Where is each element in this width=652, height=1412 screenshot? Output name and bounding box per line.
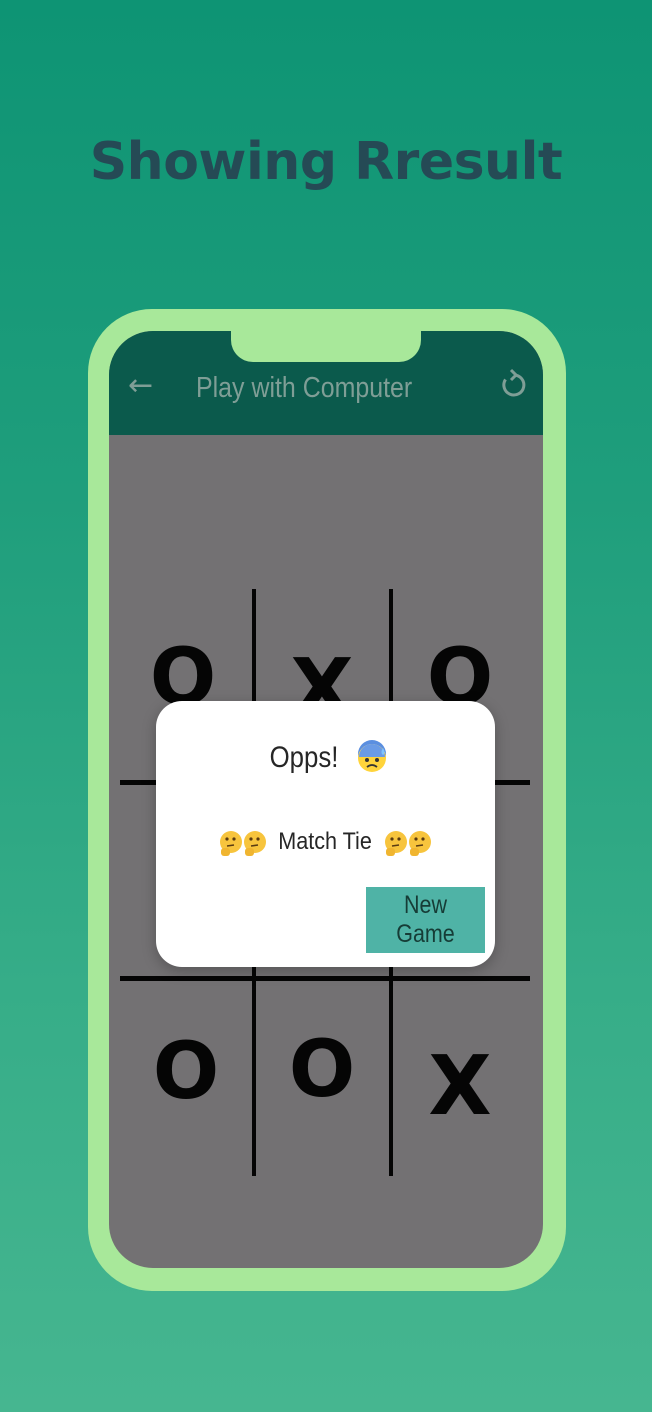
new-game-button[interactable]: New Game bbox=[366, 887, 485, 953]
thinking-face-icon bbox=[220, 831, 243, 856]
dialog-title: Opps! bbox=[269, 741, 339, 774]
board-cell-7[interactable]: O bbox=[131, 1017, 241, 1127]
phone-notch bbox=[231, 331, 421, 362]
page-headline: Showing Rresult bbox=[89, 132, 563, 192]
refresh-icon[interactable] bbox=[497, 368, 531, 402]
app-title: Play with Computer bbox=[196, 372, 413, 404]
board-cell-9[interactable]: X bbox=[405, 1032, 515, 1142]
result-dialog: Opps! Match Tie New Game bbox=[156, 701, 495, 967]
cold-sweat-face-icon bbox=[357, 740, 386, 773]
dialog-title-row: Opps! bbox=[156, 740, 495, 775]
thinking-face-icon bbox=[384, 831, 407, 856]
dialog-message: Match Tie bbox=[278, 828, 373, 856]
new-game-button-label: New Game bbox=[396, 891, 455, 948]
board-cell-8[interactable]: O bbox=[267, 1015, 377, 1125]
grid-line-h2 bbox=[120, 976, 530, 981]
dialog-message-row: Match Tie bbox=[156, 828, 495, 858]
thinking-face-icon bbox=[408, 831, 431, 856]
arrow-left-icon[interactable]: ← bbox=[128, 371, 158, 401]
thinking-face-icon bbox=[244, 831, 267, 856]
